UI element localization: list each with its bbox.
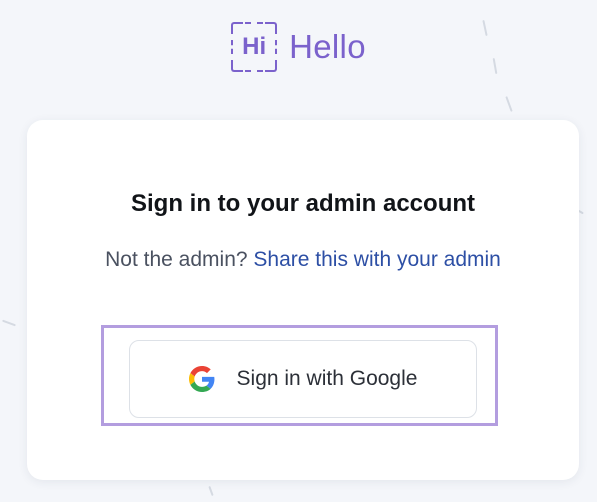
not-admin-text: Not the admin? [105, 248, 248, 271]
background-dash [505, 96, 513, 112]
brand-logo-mark: Hi [231, 22, 278, 72]
brand-name: Hello [289, 28, 366, 65]
sign-in-with-google-button[interactable]: Sign in with Google [129, 340, 477, 418]
background-dash [208, 485, 214, 497]
brand-mark-text: Hi [242, 33, 267, 60]
header: Hi Hello [0, 20, 597, 74]
google-g-icon [188, 366, 215, 392]
sign-in-card: Sign in to your admin account Not the ad… [27, 120, 579, 480]
background-dash [2, 319, 16, 327]
share-with-admin-link[interactable]: Share this with your admin [253, 248, 500, 271]
not-admin-line: Not the admin? Share this with your admi… [27, 248, 579, 272]
google-button-label: Sign in with Google [236, 367, 418, 390]
page-title: Sign in to your admin account [130, 190, 475, 217]
